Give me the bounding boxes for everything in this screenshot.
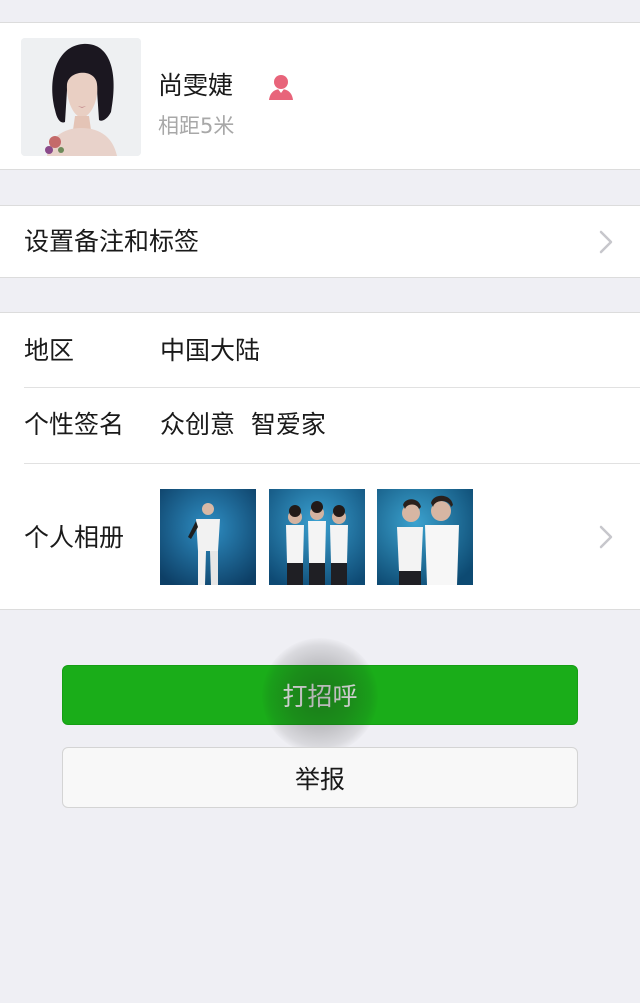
chevron-right-icon	[598, 524, 614, 550]
region-label: 地区	[24, 336, 75, 365]
album-photo[interactable]	[269, 489, 365, 585]
greet-button-label: 打招呼	[282, 682, 358, 711]
report-button-label: 举报	[294, 764, 345, 794]
profile-name: 尚雯婕	[158, 71, 234, 100]
signature-value: 众创意 智爱家	[160, 410, 326, 439]
personal-album-label: 个人相册	[24, 523, 125, 552]
female-person-icon	[266, 73, 296, 101]
chevron-right-icon	[598, 229, 614, 255]
profile-distance: 相距5米	[158, 114, 235, 138]
album-photo[interactable]	[377, 489, 473, 585]
profile-card: 尚雯婕 相距5米	[0, 22, 640, 170]
profile-page: 尚雯婕 相距5米 设置备注和标签 地区 中国大陆 个性签名 众创意 智爱家 个人…	[0, 0, 640, 1003]
avatar[interactable]	[21, 38, 141, 156]
region-row: 地区 中国大陆	[0, 313, 640, 387]
album-photo[interactable]	[160, 489, 256, 585]
region-value: 中国大陆	[160, 336, 261, 365]
set-remark-and-tags-label: 设置备注和标签	[24, 227, 200, 256]
signature-label: 个性签名	[24, 410, 125, 439]
avatar-image	[21, 38, 141, 156]
info-card: 地区 中国大陆 个性签名 众创意 智爱家 个人相册	[0, 312, 640, 610]
signature-row: 个性签名 众创意 智爱家	[0, 388, 640, 463]
greet-button[interactable]: 打招呼	[62, 665, 578, 725]
report-button[interactable]: 举报	[62, 747, 578, 808]
set-remark-and-tags-row[interactable]: 设置备注和标签	[0, 205, 640, 278]
